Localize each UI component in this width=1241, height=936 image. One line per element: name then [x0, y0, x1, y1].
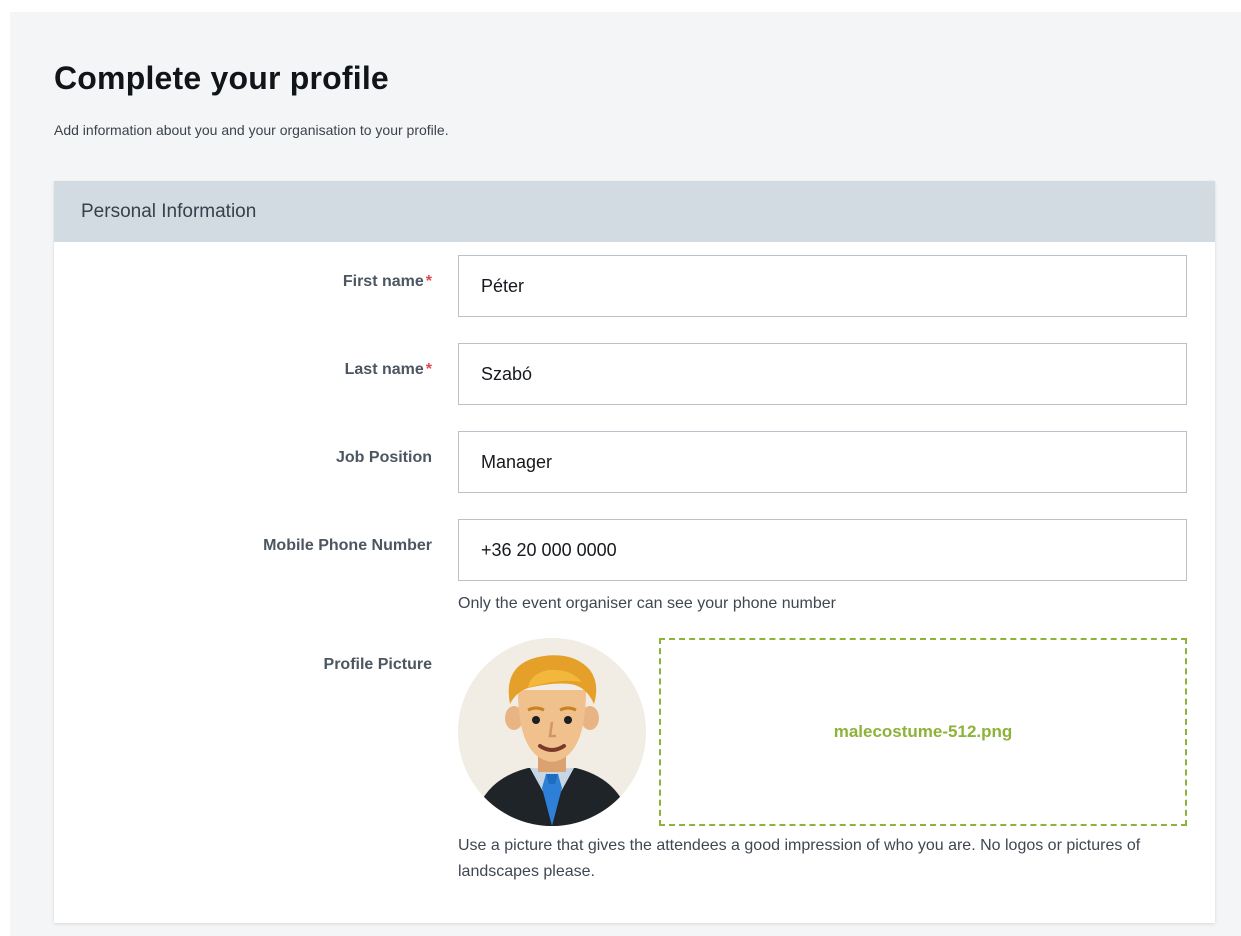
profile-avatar	[458, 638, 646, 826]
first-name-label-text: First name	[342, 273, 424, 290]
mobile-phone-value: +36 20 000 0000	[481, 539, 617, 560]
mobile-phone-label: Mobile Phone Number	[263, 537, 432, 555]
first-name-label: First name *	[343, 273, 432, 291]
profile-picture-label: Profile Picture	[324, 656, 432, 674]
mobile-phone-label-text: Mobile Phone Number	[263, 537, 432, 554]
personal-information-card: Personal Information First name * Péter L…	[54, 181, 1215, 923]
mobile-phone-hint: Only the event organiser can see your ph…	[458, 595, 837, 612]
job-position-value: Manager	[481, 451, 553, 472]
required-asterisk: *	[425, 273, 432, 290]
profile-picture-hint: Use a picture that gives the attendees a…	[458, 837, 1141, 880]
page: Complete your profile Add information ab…	[10, 12, 1241, 936]
last-name-label: Last name *	[345, 361, 432, 379]
page-subtitle: Add information about you and your organ…	[54, 122, 449, 138]
required-asterisk: *	[425, 361, 432, 378]
job-position-label: Job Position	[336, 449, 432, 467]
last-name-value: Szabó	[481, 363, 533, 384]
profile-picture-label-text: Profile Picture	[323, 656, 432, 673]
profile-picture-dropzone[interactable]: malecostume-512.png	[659, 638, 1187, 826]
section-title: Personal Information	[81, 200, 257, 222]
last-name-input[interactable]: Szabó	[458, 343, 1187, 405]
job-position-label-text: Job Position	[336, 449, 432, 466]
male-avatar-icon	[458, 638, 646, 826]
page-title: Complete your profile	[54, 60, 389, 96]
first-name-input[interactable]: Péter	[458, 255, 1187, 317]
job-position-input[interactable]: Manager	[458, 431, 1187, 493]
section-header: Personal Information	[54, 181, 1215, 242]
last-name-label-text: Last name	[344, 361, 424, 378]
first-name-value: Péter	[481, 275, 525, 296]
uploaded-filename: malecostume-512.png	[833, 722, 1013, 741]
mobile-phone-input[interactable]: +36 20 000 0000	[458, 519, 1187, 581]
